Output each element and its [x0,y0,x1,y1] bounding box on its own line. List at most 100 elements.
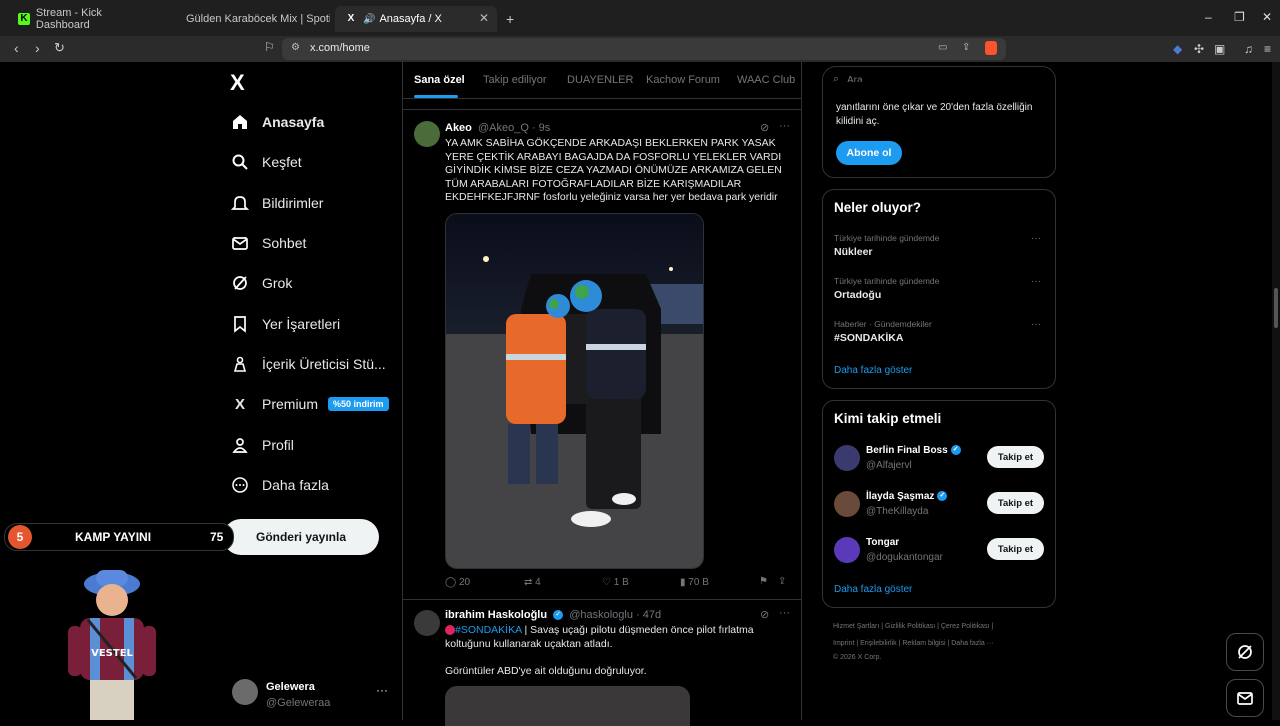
trend-category: Haberler · Gündemdekiler [834,319,932,329]
post-button[interactable]: Gönderi yayınla [223,519,379,555]
suggestion-name[interactable]: Tongar [866,537,899,548]
trend-more-icon[interactable]: ··· [1031,233,1041,244]
follow-button[interactable]: Takip et [987,492,1044,514]
retweet-button[interactable]: ⇄ 4 [524,577,541,588]
new-tab-button[interactable]: + [506,11,514,27]
suggestion-name[interactable]: Berlin Final Boss ✓ [866,445,961,456]
close-window-button[interactable]: ✕ [1262,10,1272,24]
forward-icon[interactable]: › [35,40,40,56]
trend-category: Türkiye tarihinde gündemde [834,276,940,286]
suggestion-name-text: Berlin Final Boss [866,445,948,456]
x-favicon-icon: X [347,13,355,24]
tab-for-you[interactable]: Sana özel [414,74,465,86]
trend-topic[interactable]: #SONDAKİKA [834,332,903,344]
tab-title: Gülden Karaböcek Mix | Spotify Playli [186,13,330,25]
like-button[interactable]: ♡ 1 B [602,577,629,588]
tab-waac-club[interactable]: WAAC Club [737,74,795,86]
sidebar-item-notifications[interactable]: Bildirimler [230,189,323,217]
browser-tab-spotify[interactable]: Gülden Karaböcek Mix | Spotify Playli [170,6,330,32]
sidebar-item-explore[interactable]: Keşfet [230,148,302,176]
reply-button[interactable]: ◯ 20 [445,577,470,588]
tab-title: Anasayfa / X [379,13,442,25]
media-icon[interactable]: ♫ [1244,42,1253,56]
browser-tab-kick[interactable]: K Stream - Kick Dashboard [8,6,168,32]
x-premium-icon: X [234,395,245,413]
sidebar-item-label: Daha fazla [262,477,329,493]
tweet-photo[interactable] [445,686,690,726]
x-logo[interactable]: X [230,70,245,96]
tweet-author-name[interactable]: ibrahim Haskoloğlu [445,609,547,621]
close-tab-icon[interactable]: ✕ [479,11,489,25]
search-icon [230,152,250,172]
kamp-number: 5 [8,525,32,549]
sidebar-item-bookmarks[interactable]: Yer İşaretleri [230,310,340,338]
extensions-icon[interactable]: ✣ [1194,42,1204,56]
grok-icon[interactable]: ⊘ [760,121,769,134]
sidebar-item-chat[interactable]: Sohbet [230,229,306,257]
account-switcher[interactable]: Gelewera @Geleweraa ··· [232,677,392,713]
footer-links[interactable]: Imprint | Erişilebilirlik | Reklam bilgi… [833,640,994,647]
avatar[interactable] [834,491,860,517]
tab-kachow-forum[interactable]: Kachow Forum [646,74,720,86]
extension-shield-icon[interactable]: ◆ [1173,42,1182,56]
footer-links[interactable]: Hizmet Şartları | Gizlilik Politikası | … [833,623,993,630]
maximize-button[interactable]: ❐ [1234,10,1245,24]
creator-icon [230,354,250,374]
back-icon[interactable]: ‹ [14,40,19,56]
tweet-more-icon[interactable]: ··· [779,607,790,619]
show-more-suggestions-link[interactable]: Daha fazla göster [834,584,912,595]
trend-more-icon[interactable]: ··· [1031,319,1041,330]
sidebar-item-more[interactable]: Daha fazla [230,471,329,499]
hashtag-link[interactable]: #SONDAKİKA [455,624,522,636]
tweet-author-handle[interactable]: @Akeo_Q · 9s [478,122,550,134]
sidebar-item-label: Premium [262,396,319,412]
scrollbar-thumb[interactable] [1274,288,1278,328]
sidebar-item-profile[interactable]: Profil [230,431,294,459]
trends-card: Neler oluyor? Türkiye tarihinde gündemde… [822,189,1056,389]
tab-duayenler[interactable]: DUAYENLER [567,74,633,86]
follow-button[interactable]: Takip et [987,446,1044,468]
sidebar-item-premium[interactable]: X Premium %50 indirim [230,390,389,418]
share-icon[interactable]: ⇪ [962,42,970,53]
show-more-trends-link[interactable]: Daha fazla göster [834,365,912,376]
trend-topic[interactable]: Nükleer [834,246,873,258]
bookmark-icon[interactable]: ⚑ [759,576,768,587]
avatar[interactable] [414,610,440,636]
sidebar-item-home[interactable]: Anasayfa [230,108,324,136]
tweet-author-name[interactable]: Akeo [445,122,472,134]
follow-button[interactable]: Takip et [987,538,1044,560]
reload-icon[interactable]: ↻ [54,40,65,56]
avatar[interactable] [834,445,860,471]
tab-following[interactable]: Takip ediliyor [483,74,547,86]
account-more-icon[interactable]: ··· [376,683,388,697]
menu-icon[interactable]: ≡ [1264,42,1271,56]
tweet-photo[interactable] [445,213,704,569]
brave-shield-icon[interactable] [985,41,997,55]
avatar[interactable] [834,537,860,563]
tweet-author-handle[interactable]: @haskologlu · 47d [569,609,661,621]
bookmark-page-icon[interactable]: ⚐ [264,40,275,54]
verified-badge-icon: ✓ [553,610,564,621]
subscribe-button[interactable]: Abone ol [836,141,902,165]
premium-card: yanıtlarını öne çıkar ve 20'den fazla öz… [822,82,1056,178]
sidebar-item-creator-studio[interactable]: İçerik Üreticisi Stü... [230,350,386,378]
browser-tab-x[interactable]: X 🔊 Anasayfa / X ✕ [335,6,497,32]
tweet-more-icon[interactable]: ··· [779,120,790,132]
trend-topic[interactable]: Ortadoğu [834,289,881,301]
cast-icon[interactable]: ▭ [938,42,947,53]
grok-icon[interactable]: ⊘ [760,608,769,621]
views-button[interactable]: ▮ 70 B [680,577,709,588]
messages-floating-button[interactable] [1226,679,1264,717]
share-icon[interactable]: ⇪ [778,576,786,587]
url-field[interactable]: ⚙ x.com/home ▭ ⇪ [282,38,1006,60]
grok-floating-button[interactable] [1226,633,1264,671]
trend-category: Türkiye tarihinde gündemde [834,233,940,243]
minimize-button[interactable]: – [1205,10,1212,24]
site-info-icon[interactable]: ⚙ [291,42,300,53]
wallet-icon[interactable]: ▣ [1214,42,1225,56]
sidebar-item-grok[interactable]: Grok [230,269,292,297]
avatar[interactable] [414,121,440,147]
trend-more-icon[interactable]: ··· [1031,276,1041,287]
suggestion-name[interactable]: İlayda Şaşmaz ✓ [866,491,948,502]
scrollbar[interactable] [1272,62,1280,720]
